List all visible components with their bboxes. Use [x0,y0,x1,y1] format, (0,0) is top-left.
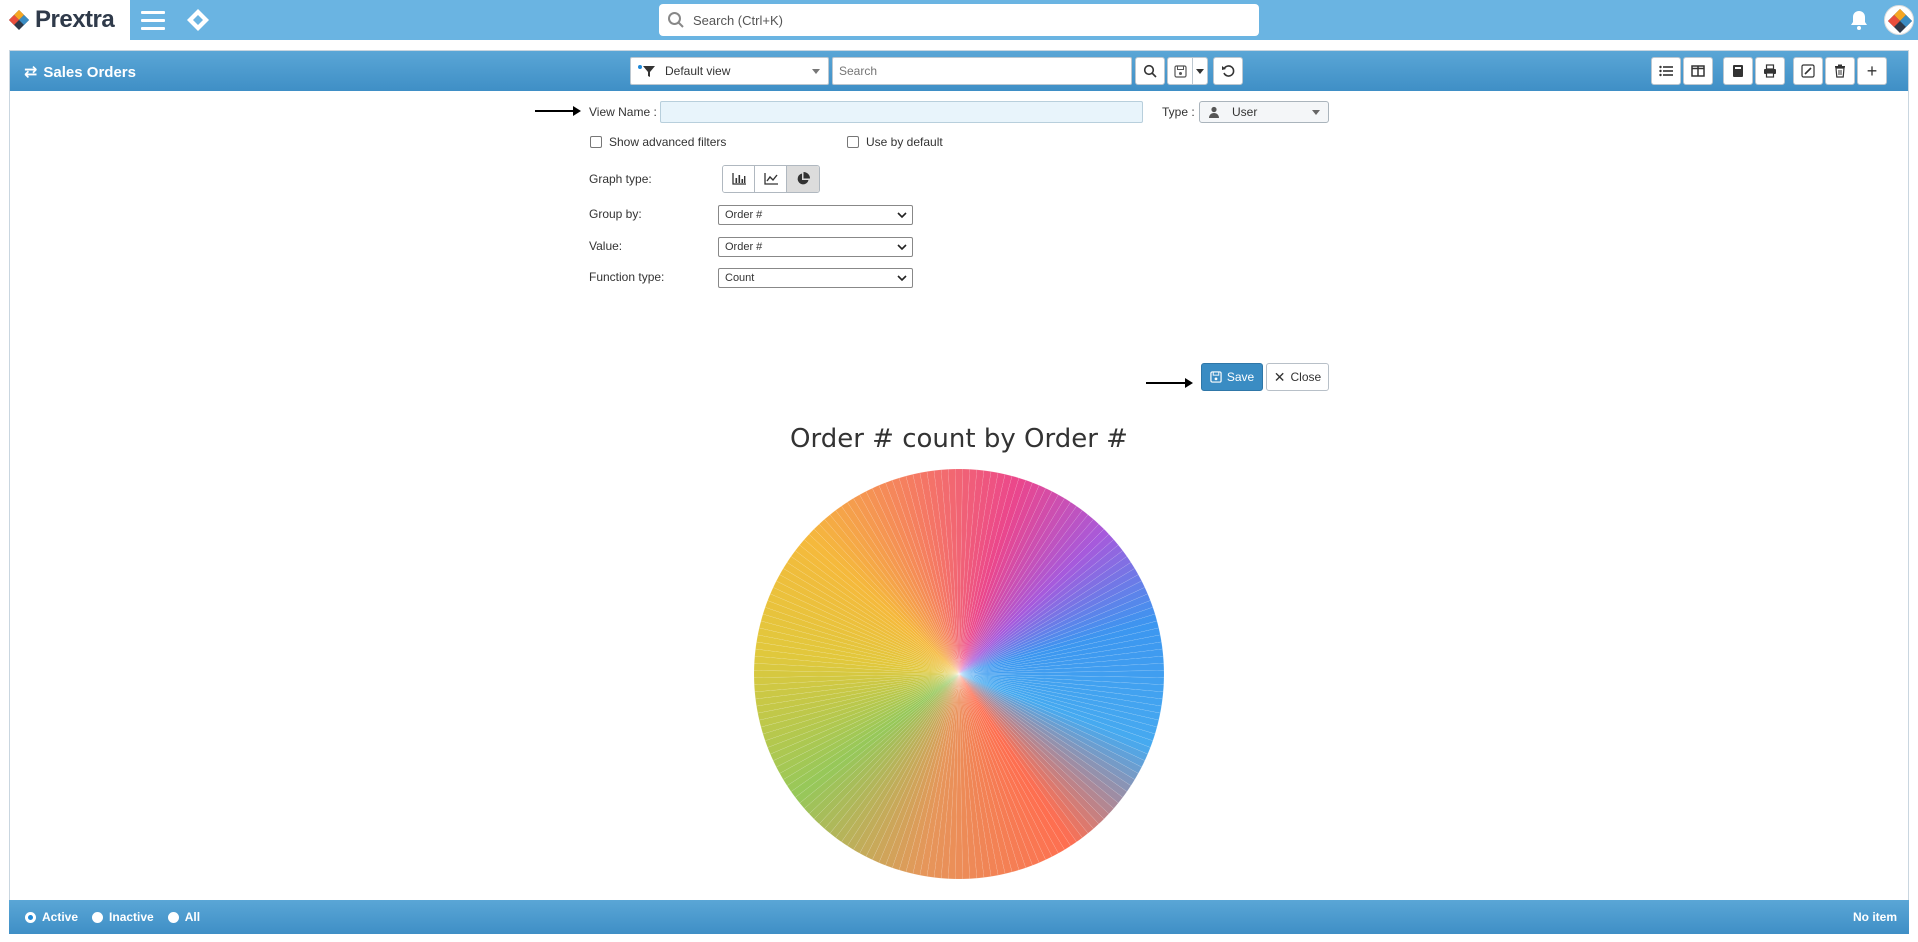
user-avatar[interactable] [1884,5,1914,35]
grid-search-input[interactable] [832,57,1132,85]
radio-button[interactable] [167,911,179,923]
radio-button[interactable] [25,911,36,923]
app-logo[interactable]: Prextra [0,0,130,40]
radio-label: Inactive [109,910,154,924]
book-icon [1733,65,1743,77]
chart-title: Order # count by Order # [790,424,1128,454]
chevron-down-icon [1312,110,1320,115]
menu-icon[interactable] [138,6,168,34]
swap-arrows-icon: ⇄ [24,64,38,81]
undo-icon [1222,65,1235,77]
bar-chart-icon [731,173,746,185]
panel-header: ⇄ Sales Orders Default view Search + [10,51,1908,91]
chevron-down-icon [812,69,820,74]
function-type-label: Function type: [589,270,665,284]
view-select-value: Default view [665,64,731,78]
radio-button[interactable] [92,911,104,923]
print-button[interactable] [1755,57,1785,85]
printer-icon [1764,64,1776,78]
list-icon [1659,65,1673,77]
value-select[interactable]: Order # [718,237,913,257]
graph-type-label: Graph type: [589,172,652,186]
radio-label: All [184,910,201,924]
chevron-down-icon [897,275,907,282]
edit-icon [1801,64,1815,78]
pie-chart-svg [753,468,1165,880]
close-icon: ✕ [1273,368,1286,385]
value-select-value: Order # [725,241,763,253]
pie-chart-button[interactable] [787,166,819,192]
panel-title: ⇄ Sales Orders [24,62,136,82]
book-button[interactable] [1723,57,1753,85]
pie-chart [753,468,1165,880]
type-select[interactable]: User [1199,101,1329,123]
search-icon [1143,64,1157,78]
home-diamond-icon[interactable] [186,8,210,32]
annotation-arrow [1146,378,1193,388]
value-label: Value: [589,239,623,253]
search-icon [668,12,684,28]
use-by-default-label: Use by default [866,135,943,149]
panel-title-text: Sales Orders [43,63,136,81]
status-filter-all[interactable]: All [167,910,201,924]
top-bar: Prextra Search (Ctrl+K) [0,0,1918,40]
type-label: Type : [1162,105,1195,119]
list-view-button[interactable] [1651,57,1681,85]
save-button-label: Save [1226,370,1255,384]
annotation-arrow [535,106,581,116]
pie-chart-icon [797,172,810,185]
user-icon [1209,106,1219,118]
group-by-select[interactable]: Order # [718,205,913,225]
function-type-select[interactable]: Count [718,268,913,288]
group-by-value: Order # [725,209,763,221]
columns-icon [1691,65,1705,77]
show-advanced-filters-label: Show advanced filters [609,135,727,149]
view-name-label: View Name : [589,105,657,119]
chevron-down-icon [897,212,907,219]
save-view-button[interactable] [1167,57,1193,85]
global-search-placeholder: Search (Ctrl+K) [693,12,783,28]
close-button-label: Close [1290,370,1322,384]
caret-down-icon [1196,68,1204,74]
use-by-default-checkbox[interactable] [847,136,859,148]
chevron-down-icon [897,244,907,251]
status-filter-active[interactable]: Active [25,910,78,924]
global-search-input[interactable]: Search (Ctrl+K) [659,4,1259,36]
graph-type-group [722,165,820,193]
bar-chart-button[interactable] [723,166,755,192]
save-view-dropdown[interactable] [1192,57,1208,85]
status-filter-inactive[interactable]: Inactive [92,910,154,924]
app-name: Prextra [35,6,115,33]
show-advanced-filters-checkbox[interactable] [590,136,602,148]
logo-mark-icon [9,10,29,30]
radio-label: Active [42,910,79,924]
plus-icon: + [1866,61,1878,81]
line-chart-button[interactable] [755,166,787,192]
add-button[interactable]: + [1857,57,1887,85]
function-type-value: Count [725,272,755,284]
refresh-button[interactable] [1213,57,1243,85]
group-by-label: Group by: [589,207,642,221]
view-select[interactable]: Default view [630,57,829,85]
record-count: No item [1852,910,1897,924]
notifications-bell-icon[interactable] [1847,8,1871,32]
status-filter-group: Active Inactive All [25,910,214,924]
type-select-value: User [1232,105,1258,119]
trash-icon [1835,64,1845,78]
save-button[interactable]: Save [1201,363,1263,391]
filter-icon [638,65,655,77]
footer-bar: Active Inactive All No item [9,900,1909,934]
split-view-button[interactable] [1683,57,1713,85]
avatar-logo-icon [1888,9,1912,33]
floppy-disk-icon [1210,371,1222,383]
close-button[interactable]: ✕ Close [1266,363,1329,391]
search-button[interactable] [1135,57,1165,85]
delete-button[interactable] [1825,57,1855,85]
view-name-input[interactable] [660,101,1143,123]
floppy-disk-icon [1173,64,1187,78]
edit-button[interactable] [1793,57,1823,85]
line-chart-icon [763,173,778,185]
